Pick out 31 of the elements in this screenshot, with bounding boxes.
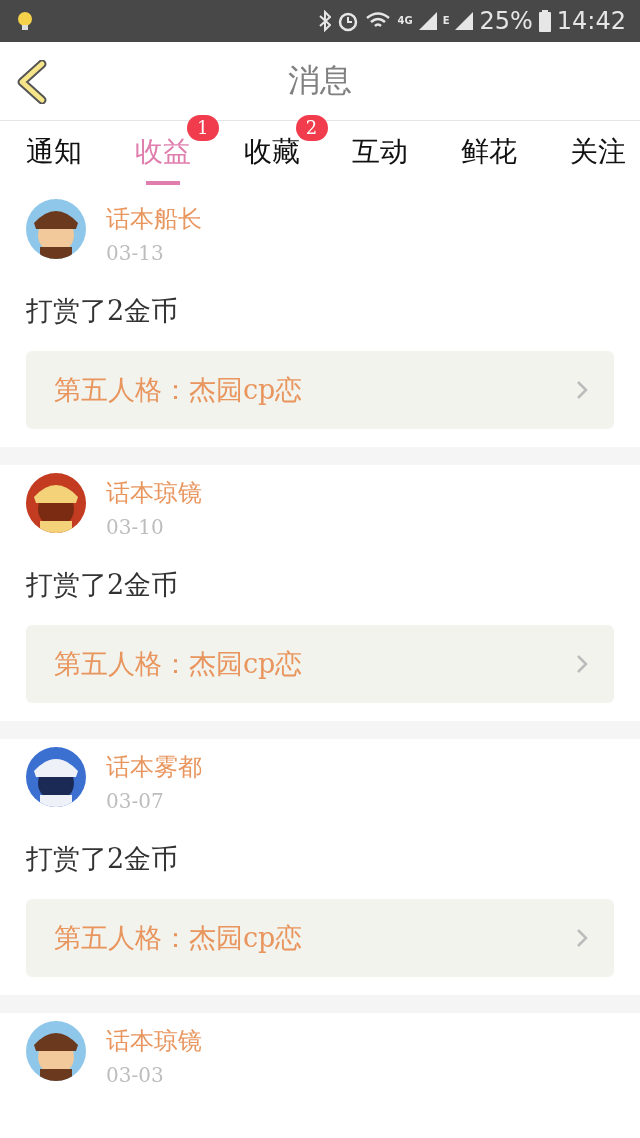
battery-icon bbox=[538, 10, 551, 32]
count-badge: 2 bbox=[295, 115, 328, 141]
message-text: 打赏了2金币 bbox=[26, 568, 180, 602]
user-name: 话本琼镜 bbox=[106, 478, 202, 509]
chevron-icon bbox=[576, 654, 588, 674]
tab[interactable]: 通知 bbox=[20, 121, 88, 191]
message-date: 03-13 bbox=[106, 241, 165, 265]
message-date: 03-10 bbox=[106, 515, 165, 539]
message-date: 03-03 bbox=[106, 1063, 165, 1087]
clock: 14:42 bbox=[556, 7, 626, 35]
back-button[interactable] bbox=[16, 60, 48, 104]
signal-icon bbox=[418, 12, 437, 30]
message-date: 03-07 bbox=[106, 789, 165, 813]
chevron-icon bbox=[576, 380, 588, 400]
message-text: 打赏了2金币 bbox=[26, 842, 180, 876]
tab[interactable]: 鲜花 bbox=[455, 121, 524, 191]
tab[interactable]: 关注 bbox=[564, 121, 632, 191]
count-badge: 1 bbox=[186, 115, 219, 141]
user-name: 话本船长 bbox=[106, 204, 202, 235]
message-text: 打赏了2金币 bbox=[26, 294, 180, 328]
tab[interactable]: 互动 bbox=[346, 121, 415, 191]
battery-percent: 25% bbox=[479, 7, 533, 35]
chevron-icon bbox=[576, 928, 588, 948]
user-name: 话本雾都 bbox=[106, 752, 202, 783]
user-name: 话本琼镜 bbox=[106, 1026, 202, 1057]
network-label: 4G bbox=[397, 16, 413, 26]
network-label: E bbox=[442, 16, 450, 26]
page-title: 消息 bbox=[288, 60, 352, 101]
signal-icon bbox=[455, 12, 474, 30]
bluetooth-icon bbox=[319, 10, 332, 32]
bulb-icon bbox=[16, 11, 34, 31]
